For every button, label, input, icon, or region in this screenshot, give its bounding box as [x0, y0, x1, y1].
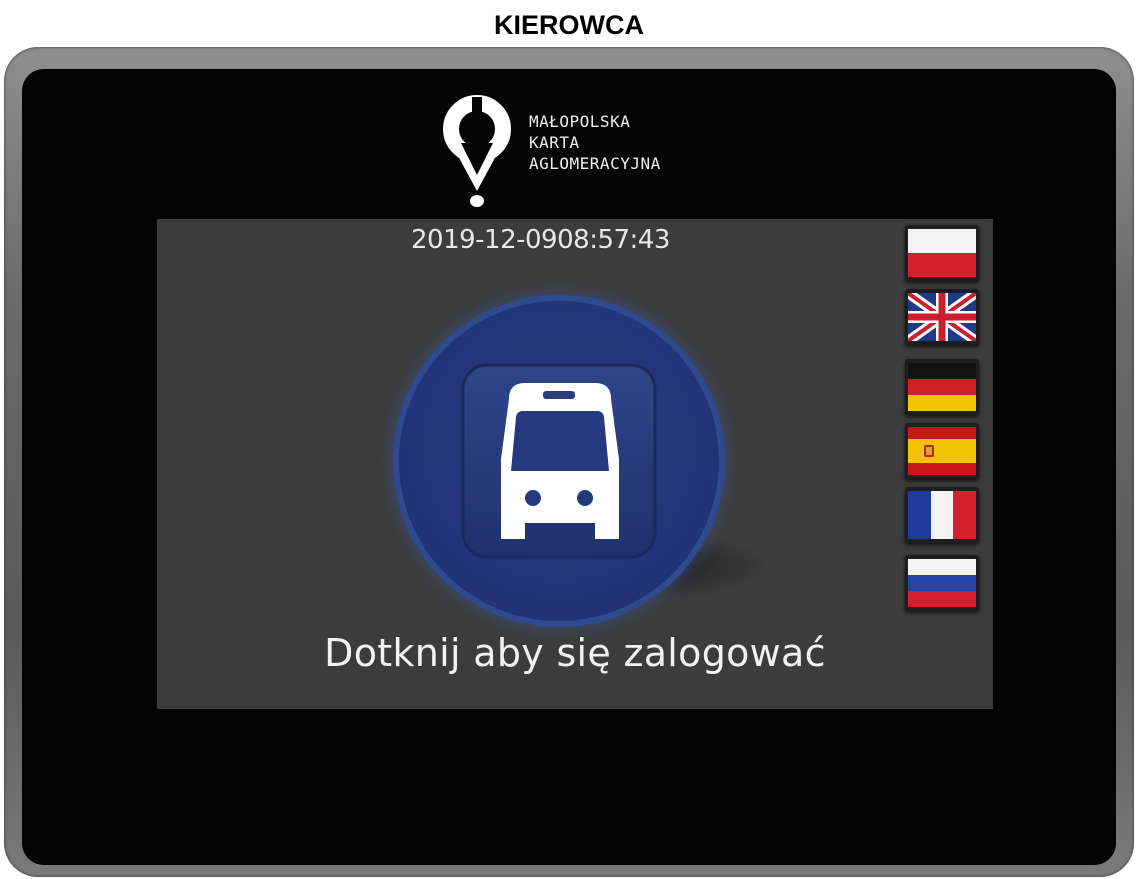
login-prompt[interactable]: Dotknij aby się zalogować: [157, 631, 993, 675]
device-frame: MAŁOPOLSKA KARTA AGLOMERACYJNA 2019-12-0…: [4, 47, 1134, 877]
login-panel: 2019-12-0908:57:43 Dotknij aby się zalog…: [157, 219, 993, 709]
date-text: 2019-12-09: [411, 225, 558, 255]
language-flag-en[interactable]: [905, 289, 979, 345]
datetime-display: 2019-12-0908:57:43: [411, 225, 670, 255]
map-pin-logo-icon: [443, 95, 511, 207]
mka-logo: MAŁOPOLSKA KARTA AGLOMERACYJNA: [437, 91, 737, 211]
logo-line-3: AGLOMERACYJNA: [529, 154, 661, 173]
logo-wordmark: MAŁOPOLSKA KARTA AGLOMERACYJNA: [529, 111, 661, 174]
language-flag-ru[interactable]: [905, 555, 979, 611]
uk-flag-icon: [908, 293, 976, 341]
spain-flag-icon: [908, 427, 976, 475]
login-bus-button[interactable]: [399, 301, 769, 621]
russia-flag-icon: [908, 559, 976, 607]
logo-line-2: KARTA: [529, 133, 580, 152]
language-flag-pl[interactable]: [905, 225, 979, 281]
poland-flag-icon: [908, 229, 976, 277]
time-text: 08:57:43: [557, 225, 670, 255]
france-flag-icon: [908, 491, 976, 539]
language-flag-fr[interactable]: [905, 487, 979, 543]
language-flag-es[interactable]: [905, 423, 979, 479]
germany-flag-icon: [908, 363, 976, 411]
bus-icon: [461, 363, 657, 559]
language-flag-de[interactable]: [905, 359, 979, 415]
logo-line-1: MAŁOPOLSKA: [529, 112, 631, 131]
device-screen: MAŁOPOLSKA KARTA AGLOMERACYJNA 2019-12-0…: [22, 69, 1116, 865]
page-title: KIEROWCA: [494, 10, 644, 40]
